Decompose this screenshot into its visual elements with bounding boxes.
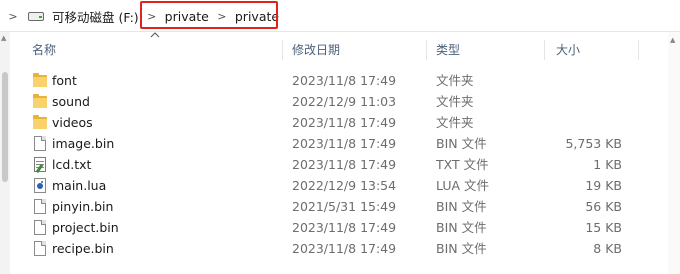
file-date: 2023/11/8 17:49 xyxy=(292,157,397,172)
lua-file-icon xyxy=(32,178,48,193)
file-type: 文件夹 xyxy=(436,115,474,130)
file-date: 2023/11/8 17:49 xyxy=(292,220,397,235)
file-size: 1 KB xyxy=(593,157,622,172)
folder-icon xyxy=(32,115,48,130)
file-name: pinyin.bin xyxy=(52,199,114,214)
chevron-right-icon[interactable]: > xyxy=(6,6,20,26)
file-type: 文件夹 xyxy=(436,94,474,109)
folder-icon xyxy=(32,73,48,88)
file-date: 2023/11/8 17:49 xyxy=(292,115,397,130)
file-name: image.bin xyxy=(52,136,115,151)
file-name: videos xyxy=(52,115,93,130)
file-name: lcd.txt xyxy=(52,157,92,172)
column-divider[interactable] xyxy=(638,40,639,60)
list-item[interactable]: lcd.txt 2023/11/8 17:49 TXT 文件 1 KB xyxy=(24,154,644,175)
file-name: font xyxy=(52,73,77,88)
file-date: 2023/11/8 17:49 xyxy=(292,73,397,88)
scroll-up-icon[interactable]: ▲ xyxy=(670,36,675,44)
column-divider[interactable] xyxy=(544,40,545,60)
column-header-date[interactable]: 修改日期 xyxy=(292,38,340,62)
vertical-scrollbar[interactable]: ▲ xyxy=(668,32,680,274)
list-item[interactable]: recipe.bin 2023/11/8 17:49 BIN 文件 8 KB xyxy=(24,238,644,259)
column-header-type[interactable]: 类型 xyxy=(436,38,460,62)
file-date: 2022/12/9 11:03 xyxy=(292,94,397,109)
file-date: 2023/11/8 17:49 xyxy=(292,241,397,256)
list-item[interactable]: font 2023/11/8 17:49 文件夹 xyxy=(24,70,644,91)
nav-pane-scrollbar[interactable]: ▲ xyxy=(0,32,10,274)
file-size: 56 KB xyxy=(585,199,622,214)
file-date: 2021/5/31 15:49 xyxy=(292,199,397,214)
list-item[interactable]: image.bin 2023/11/8 17:49 BIN 文件 5,753 K… xyxy=(24,133,644,154)
removable-drive-icon xyxy=(28,9,46,23)
column-divider[interactable] xyxy=(426,40,427,60)
file-type: 文件夹 xyxy=(436,73,474,88)
file-size: 5,753 KB xyxy=(565,136,622,151)
file-type: LUA 文件 xyxy=(436,178,490,193)
file-name: main.lua xyxy=(52,178,107,193)
list-item[interactable]: pinyin.bin 2021/5/31 15:49 BIN 文件 56 KB xyxy=(24,196,644,217)
file-size: 15 KB xyxy=(585,220,622,235)
file-icon xyxy=(32,220,48,235)
file-size: 8 KB xyxy=(593,241,622,256)
column-header-row: 名称 修改日期 类型 大小 xyxy=(0,32,680,62)
file-type: BIN 文件 xyxy=(436,199,487,214)
address-bar[interactable]: > 可移动磁盘 (F:) > private > private xyxy=(0,0,680,32)
list-item[interactable]: main.lua 2022/12/9 13:54 LUA 文件 19 KB xyxy=(24,175,644,196)
file-icon xyxy=(32,241,48,256)
file-name: project.bin xyxy=(52,220,119,235)
nav-scrollbar-thumb[interactable] xyxy=(2,72,8,182)
file-type: BIN 文件 xyxy=(436,241,487,256)
breadcrumb-drive[interactable]: 可移动磁盘 (F:) xyxy=(52,7,139,26)
highlight-box xyxy=(140,1,278,29)
column-header-size[interactable]: 大小 xyxy=(556,38,580,62)
file-date: 2023/11/8 17:49 xyxy=(292,136,397,151)
sort-indicator-icon xyxy=(150,32,160,38)
list-item[interactable]: sound 2022/12/9 11:03 文件夹 xyxy=(24,91,644,112)
file-name: recipe.bin xyxy=(52,241,114,256)
list-item[interactable]: videos 2023/11/8 17:49 文件夹 xyxy=(24,112,644,133)
file-type: BIN 文件 xyxy=(436,220,487,235)
file-size: 19 KB xyxy=(585,178,622,193)
file-icon xyxy=(32,199,48,214)
text-file-icon xyxy=(32,157,48,174)
file-name: sound xyxy=(52,94,90,109)
file-date: 2022/12/9 13:54 xyxy=(292,178,397,193)
folder-icon xyxy=(32,94,48,109)
file-type: TXT 文件 xyxy=(436,157,489,172)
list-item[interactable]: project.bin 2023/11/8 17:49 BIN 文件 15 KB xyxy=(24,217,644,238)
file-type: BIN 文件 xyxy=(436,136,487,151)
column-header-name[interactable]: 名称 xyxy=(32,38,56,62)
column-divider[interactable] xyxy=(282,40,283,60)
file-icon xyxy=(32,136,48,151)
